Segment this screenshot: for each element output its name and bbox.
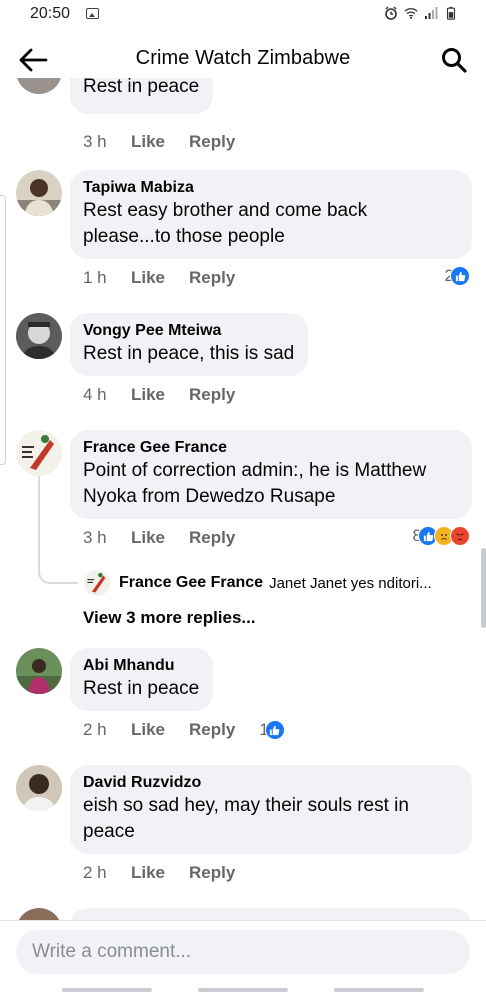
like-reaction-icon bbox=[450, 266, 470, 286]
comment-text: Rest in peace, this is sad bbox=[83, 343, 295, 364]
reply-button[interactable]: Reply bbox=[189, 863, 235, 883]
battery-icon bbox=[446, 6, 456, 20]
avatar[interactable] bbox=[16, 908, 62, 920]
comment-bubble[interactable] bbox=[70, 908, 472, 920]
comment-author[interactable]: France Gee France bbox=[83, 438, 458, 458]
reply-button[interactable]: Reply bbox=[189, 720, 235, 740]
signal-icon bbox=[425, 7, 438, 19]
like-button[interactable]: Like bbox=[131, 720, 189, 740]
comment-author[interactable]: Abi Mhandu bbox=[83, 656, 199, 676]
like-button[interactable]: Like bbox=[131, 268, 189, 288]
comment-text-line: Point of correction admin:, he is Matthe… bbox=[83, 460, 427, 481]
view-more-replies-link[interactable]: View 3 more replies... bbox=[83, 608, 256, 628]
wifi-icon bbox=[404, 8, 418, 19]
alarm-icon bbox=[385, 6, 397, 20]
nav-handle[interactable] bbox=[334, 988, 424, 992]
reply-button[interactable]: Reply bbox=[189, 528, 235, 548]
comment-text-line: eish so sad hey, may their souls rest in bbox=[83, 795, 409, 816]
avatar[interactable] bbox=[16, 430, 62, 476]
comment-input[interactable] bbox=[32, 941, 454, 963]
comment-time: 1 h bbox=[83, 268, 107, 287]
avatar[interactable] bbox=[16, 648, 62, 694]
like-button[interactable]: Like bbox=[131, 528, 189, 548]
reaction-summary[interactable]: 1 bbox=[259, 720, 285, 740]
reaction-summary[interactable]: 8 bbox=[413, 526, 470, 546]
avatar[interactable] bbox=[16, 313, 62, 359]
comment-actions: 3 h Like Reply bbox=[83, 132, 235, 152]
comment-actions: 2 h Like Reply 1 bbox=[83, 720, 285, 740]
comment-bubble[interactable]: Rest in peace bbox=[70, 78, 214, 114]
comment-time: 3 h bbox=[83, 132, 107, 151]
like-button[interactable]: Like bbox=[131, 863, 189, 883]
comment-text-line: please...to those people bbox=[83, 226, 285, 247]
comment-text-line: peace bbox=[83, 821, 135, 842]
like-button[interactable]: Like bbox=[131, 132, 189, 152]
comment-actions: 3 h Like Reply bbox=[83, 528, 235, 548]
reply-text: Janet Janet yes nditori... bbox=[269, 574, 432, 592]
like-button[interactable]: Like bbox=[131, 385, 189, 405]
comment-composer[interactable] bbox=[16, 930, 470, 974]
page-title: Crime Watch Zimbabwe bbox=[135, 47, 351, 69]
status-bar: 20:50 bbox=[0, 0, 486, 30]
reply-button[interactable]: Reply bbox=[189, 268, 235, 288]
nav-handle[interactable] bbox=[198, 988, 288, 992]
comment-bubble[interactable]: France Gee France Point of correction ad… bbox=[70, 430, 472, 519]
scrollbar[interactable] bbox=[481, 548, 486, 628]
reaction-summary[interactable]: 2 bbox=[445, 266, 470, 286]
comment-time: 4 h bbox=[83, 385, 107, 404]
avatar[interactable] bbox=[16, 170, 62, 216]
comment-bubble[interactable]: Abi Mhandu Rest in peace bbox=[70, 648, 214, 711]
comment-actions: 2 h Like Reply bbox=[83, 863, 235, 883]
comment-time: 2 h bbox=[83, 863, 107, 882]
image-notification-icon bbox=[86, 8, 99, 19]
comment-text: Rest in peace bbox=[83, 678, 200, 699]
reply-author[interactable]: France Gee France bbox=[119, 574, 263, 592]
comment-author[interactable]: David Ruzvidzo bbox=[83, 773, 458, 793]
avatar[interactable] bbox=[16, 765, 62, 811]
avatar[interactable] bbox=[84, 570, 110, 596]
comment-text: Rest in peace bbox=[83, 78, 200, 97]
comment-bubble[interactable]: David Ruzvidzo eish so sad hey, may thei… bbox=[70, 765, 472, 854]
comment-bubble[interactable]: Tapiwa Mabiza Rest easy brother and come… bbox=[70, 170, 472, 259]
comment-time: 2 h bbox=[83, 720, 107, 739]
angry-reaction-icon bbox=[450, 526, 470, 546]
system-nav-bar bbox=[0, 987, 486, 1000]
comment-author[interactable]: Tapiwa Mabiza bbox=[83, 178, 458, 198]
thread-connector bbox=[38, 548, 78, 584]
comments-list[interactable]: Rest in peace 3 h Like Reply Tapiwa Mabi… bbox=[0, 78, 486, 920]
comment-text-line: Rest easy brother and come back bbox=[83, 200, 368, 221]
reply-button[interactable]: Reply bbox=[189, 385, 235, 405]
comment-time: 3 h bbox=[83, 528, 107, 547]
comment-author[interactable]: Vongy Pee Mteiwa bbox=[83, 321, 294, 341]
status-time: 20:50 bbox=[30, 5, 71, 22]
left-scroll-indicator bbox=[0, 195, 6, 465]
avatar[interactable] bbox=[16, 78, 62, 94]
comment-text-line: Nyoka from Dewedzo Rusape bbox=[83, 486, 336, 507]
reply-button[interactable]: Reply bbox=[189, 132, 235, 152]
like-reaction-icon bbox=[264, 720, 285, 740]
comment-actions: 4 h Like Reply bbox=[83, 385, 235, 405]
nav-handle[interactable] bbox=[62, 988, 152, 992]
comment-actions: 1 h Like Reply bbox=[83, 268, 235, 288]
reply-preview[interactable]: France Gee France Janet Janet yes nditor… bbox=[84, 570, 432, 596]
status-icons bbox=[384, 6, 458, 20]
comment-bubble[interactable]: Vongy Pee Mteiwa Rest in peace, this is … bbox=[70, 313, 309, 376]
search-icon[interactable] bbox=[440, 46, 468, 74]
